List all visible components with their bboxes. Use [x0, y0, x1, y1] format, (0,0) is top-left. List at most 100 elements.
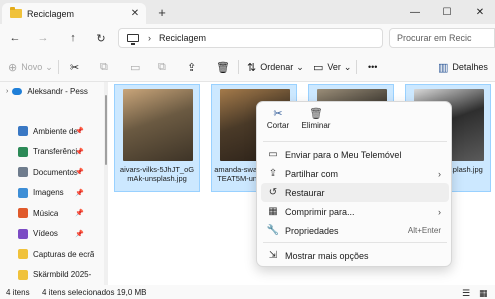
context-item-5[interactable]: ⇲ Mostrar mais opções — [261, 246, 449, 265]
pin-icon[interactable]: 📌 — [75, 127, 84, 135]
sidebar-account-label: Aleksandr - Pess — [27, 86, 88, 96]
context-item-4[interactable]: 🔧 Propriedades Alt+Enter — [261, 221, 449, 240]
sidebar-scrollbar-thumb[interactable] — [105, 95, 107, 165]
copy-button[interactable]: ⧉ — [100, 59, 112, 75]
context-divider — [263, 141, 447, 142]
tiles-view-icon[interactable]: ▦ — [479, 288, 488, 299]
sort-icon: ⇅ — [247, 61, 257, 74]
close-tab-icon[interactable]: ✕ — [128, 7, 142, 21]
selection-info: 4 itens selecionados 19,0 MB — [42, 288, 147, 297]
close-window-button[interactable]: ✕ — [465, 0, 495, 24]
context-item-3[interactable]: ▦ Comprimir para... › — [261, 202, 449, 221]
sidebar-item-label: Vídeos — [33, 229, 58, 238]
chevron-down-icon: ⌄ — [296, 61, 304, 72]
context-quick-actions: ✂ Cortar 🗑 Eliminar — [257, 102, 453, 141]
address-bar[interactable]: › Reciclagem — [118, 28, 383, 48]
pin-icon[interactable]: 📌 — [75, 230, 84, 238]
menu-item-label: Propriedades — [285, 225, 339, 236]
menu-item-label: Mostrar mais opções — [285, 250, 369, 261]
tab-reciclagem[interactable]: Reciclagem ✕ — [2, 3, 146, 24]
new-tab-button[interactable]: + — [154, 4, 170, 20]
context-item-1[interactable]: ⇪ Partilhar com › — [261, 164, 449, 183]
library-icon — [18, 146, 28, 157]
maximize-button[interactable]: ☐ — [432, 0, 462, 24]
sidebar-item-label: Documentos — [33, 167, 77, 177]
shortcut-label: Alt+Enter — [407, 226, 441, 235]
paste-button[interactable]: ⧉ — [158, 59, 170, 75]
context-delete-label: Eliminar — [301, 121, 331, 130]
status-bar: 4 itens 4 itens selecionados 19,0 MB ☰ ▦ — [0, 285, 495, 299]
paste-icon: ⧉ — [158, 60, 166, 73]
chevron-right-icon: › — [438, 168, 441, 179]
rename-icon: ▭ — [130, 61, 141, 74]
library-icon — [18, 167, 28, 177]
more-options-button[interactable]: ••• — [368, 59, 377, 75]
library-icon — [18, 126, 28, 136]
sidebar-item-5[interactable]: Vídeos 📌 — [0, 225, 108, 243]
delete-button[interactable]: 🗑 — [216, 59, 234, 75]
breadcrumb-reciclagem[interactable]: Reciclagem — [159, 33, 206, 43]
file-name: aivars-vilks-5JhJT_oGmAk-unsplash.jpg — [119, 165, 195, 183]
title-bar: Reciclagem ✕ + — ☐ ✕ — [0, 0, 495, 24]
forward-button[interactable]: → — [34, 29, 52, 47]
folder-icon — [18, 269, 28, 280]
details-button[interactable]: ▥ Detalhes — [438, 59, 488, 75]
refresh-button[interactable]: ↻ — [92, 29, 110, 47]
context-item-2[interactable]: ↺ Restaurar — [261, 183, 449, 202]
rename-button[interactable]: ▭ — [130, 59, 144, 75]
share-button[interactable]: ⇪ — [187, 59, 200, 75]
up-button[interactable]: ↑ — [64, 29, 82, 47]
pin-icon[interactable]: 📌 — [75, 148, 84, 156]
sort-button[interactable]: ⇅ Ordenar ⌄ — [247, 59, 304, 75]
command-bar: ⊕ Novo ⌄ ✂ ⧉ ▭ ⧉ ⇪ 🗑 ⇅ Ordenar ⌄ ▭ Ver ⌄… — [0, 52, 495, 82]
pin-icon[interactable]: 📌 — [75, 168, 84, 176]
trash-icon: 🗑 — [216, 61, 230, 74]
search-input[interactable]: Procurar em Recic — [389, 28, 495, 48]
sort-label: Ordenar — [260, 62, 294, 72]
back-button[interactable]: ← — [6, 29, 24, 47]
chevron-down-icon: ⌄ — [343, 61, 352, 72]
sidebar-item-onedrive[interactable]: › Aleksandr - Pess — [0, 82, 108, 100]
toolbar-divider — [356, 60, 357, 74]
new-label: Novo — [21, 62, 43, 72]
navigation-pane: › Aleksandr - Pess Ambiente de 📌 Transferê… — [0, 82, 108, 285]
details-label: Detalhes — [452, 62, 488, 72]
view-button[interactable]: ▭ Ver ⌄ — [313, 59, 351, 75]
sidebar-item-3[interactable]: Imagens 📌 — [0, 184, 108, 202]
menu-item-icon: ↺ — [268, 187, 278, 198]
context-item-0[interactable]: ▭ Enviar para o Meu Telemóvel — [261, 145, 449, 164]
context-cut-label: Cortar — [266, 121, 290, 130]
context-delete-button[interactable]: 🗑 Eliminar — [299, 107, 333, 137]
sidebar-item-label: Capturas de ecrã — [33, 249, 95, 259]
sidebar-item-label: Imagens — [33, 188, 64, 197]
menu-item-label: Enviar para o Meu Telemóvel — [285, 149, 402, 160]
sidebar-item-4[interactable]: Música 📌 — [0, 204, 108, 222]
context-divider — [263, 242, 447, 243]
sidebar-item-label: Ambiente de — [33, 126, 77, 136]
pin-icon[interactable]: 📌 — [75, 189, 84, 197]
details-view-icon[interactable]: ☰ — [462, 288, 470, 299]
sidebar-item-2[interactable]: Documentos 📌 — [0, 163, 108, 181]
pin-icon[interactable]: 📌 — [75, 209, 84, 217]
chevron-right-icon: › — [438, 206, 441, 217]
cut-button[interactable]: ✂ — [70, 59, 83, 75]
sidebar-item-6[interactable]: Capturas de ecrã — [0, 245, 108, 263]
chevron-down-icon: ⌄ — [45, 61, 53, 72]
sidebar-item-0[interactable]: Ambiente de 📌 — [0, 122, 108, 140]
sidebar-item-label: Música — [33, 208, 59, 218]
sidebar-item-1[interactable]: Transferência 📌 — [0, 143, 108, 161]
details-pane-icon: ▥ — [438, 61, 449, 74]
menu-item-label: Comprimir para... — [285, 206, 355, 217]
new-button[interactable]: ⊕ Novo ⌄ — [8, 59, 53, 75]
sidebar-item-label: Skärmbild 2025- — [33, 270, 92, 279]
minimize-button[interactable]: — — [400, 0, 430, 24]
file-tile[interactable]: aivars-vilks-5JhJT_oGmAk-unsplash.jpg — [114, 84, 200, 192]
sidebar-item-7[interactable]: Skärmbild 2025- — [0, 266, 108, 284]
scissors-icon: ✂ — [273, 108, 283, 120]
navigation-bar: ← → ↑ ↻ › Reciclagem Procurar em Recic — [0, 24, 495, 52]
context-cut-button[interactable]: ✂ Cortar — [261, 107, 295, 137]
share-icon: ⇪ — [187, 61, 197, 74]
menu-item-label: Partilhar com — [285, 168, 339, 179]
menu-item-icon: ⇲ — [268, 250, 278, 261]
folder-icon — [18, 249, 28, 259]
